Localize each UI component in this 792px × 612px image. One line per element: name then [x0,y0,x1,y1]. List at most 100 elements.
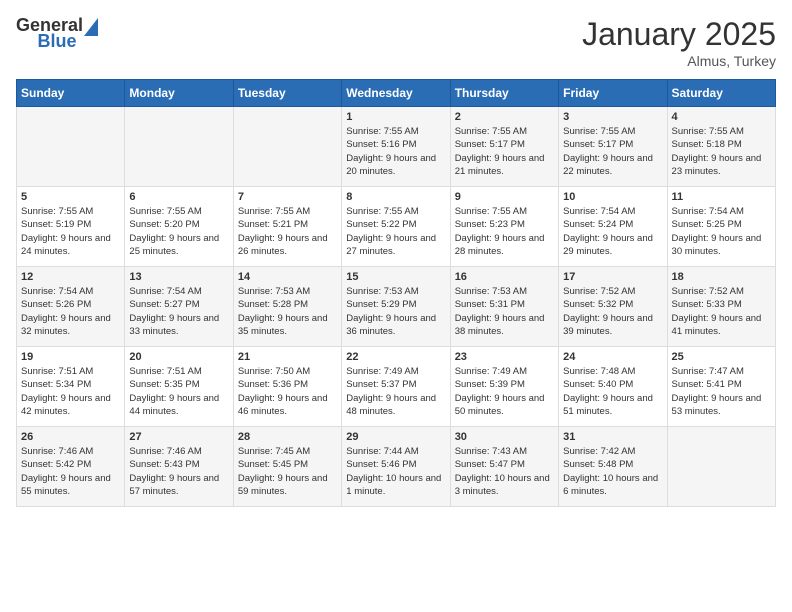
day-detail: Sunrise: 7:43 AMSunset: 5:47 PMDaylight:… [455,445,554,498]
day-detail: Sunrise: 7:54 AMSunset: 5:27 PMDaylight:… [129,285,228,338]
day-number: 24 [563,351,662,363]
day-number: 6 [129,191,228,203]
day-number: 22 [346,351,445,363]
title-block: January 2025 Almus, Turkey [582,16,776,69]
day-number: 21 [238,351,337,363]
day-detail: Sunrise: 7:55 AMSunset: 5:17 PMDaylight:… [563,125,662,178]
day-number: 14 [238,271,337,283]
day-number: 16 [455,271,554,283]
calendar-day-cell: 19 Sunrise: 7:51 AMSunset: 5:34 PMDaylig… [17,347,125,427]
day-detail: Sunrise: 7:55 AMSunset: 5:16 PMDaylight:… [346,125,445,178]
calendar-day-cell: 6 Sunrise: 7:55 AMSunset: 5:20 PMDayligh… [125,187,233,267]
day-number: 29 [346,431,445,443]
day-number: 23 [455,351,554,363]
calendar-day-cell [667,427,775,507]
day-number: 5 [21,191,120,203]
day-detail: Sunrise: 7:49 AMSunset: 5:37 PMDaylight:… [346,365,445,418]
day-detail: Sunrise: 7:54 AMSunset: 5:25 PMDaylight:… [672,205,771,258]
day-number: 11 [672,191,771,203]
calendar-day-cell: 17 Sunrise: 7:52 AMSunset: 5:32 PMDaylig… [559,267,667,347]
calendar-day-cell: 4 Sunrise: 7:55 AMSunset: 5:18 PMDayligh… [667,107,775,187]
day-detail: Sunrise: 7:53 AMSunset: 5:31 PMDaylight:… [455,285,554,338]
day-detail: Sunrise: 7:55 AMSunset: 5:18 PMDaylight:… [672,125,771,178]
calendar-day-cell: 2 Sunrise: 7:55 AMSunset: 5:17 PMDayligh… [450,107,558,187]
calendar-day-cell: 27 Sunrise: 7:46 AMSunset: 5:43 PMDaylig… [125,427,233,507]
day-detail: Sunrise: 7:52 AMSunset: 5:33 PMDaylight:… [672,285,771,338]
day-number: 3 [563,111,662,123]
header-monday: Monday [125,80,233,107]
calendar-day-cell: 31 Sunrise: 7:42 AMSunset: 5:48 PMDaylig… [559,427,667,507]
calendar-day-cell: 12 Sunrise: 7:54 AMSunset: 5:26 PMDaylig… [17,267,125,347]
calendar-week-row: 26 Sunrise: 7:46 AMSunset: 5:42 PMDaylig… [17,427,776,507]
calendar-day-cell: 11 Sunrise: 7:54 AMSunset: 5:25 PMDaylig… [667,187,775,267]
calendar-day-cell: 18 Sunrise: 7:52 AMSunset: 5:33 PMDaylig… [667,267,775,347]
day-detail: Sunrise: 7:52 AMSunset: 5:32 PMDaylight:… [563,285,662,338]
calendar-day-cell: 1 Sunrise: 7:55 AMSunset: 5:16 PMDayligh… [342,107,450,187]
day-number: 4 [672,111,771,123]
day-detail: Sunrise: 7:42 AMSunset: 5:48 PMDaylight:… [563,445,662,498]
calendar-header-row: SundayMondayTuesdayWednesdayThursdayFrid… [17,80,776,107]
day-number: 10 [563,191,662,203]
day-detail: Sunrise: 7:44 AMSunset: 5:46 PMDaylight:… [346,445,445,498]
month-title: January 2025 [582,16,776,53]
day-number: 26 [21,431,120,443]
location: Almus, Turkey [582,53,776,69]
logo: General Blue [16,16,98,52]
day-detail: Sunrise: 7:54 AMSunset: 5:24 PMDaylight:… [563,205,662,258]
day-detail: Sunrise: 7:51 AMSunset: 5:34 PMDaylight:… [21,365,120,418]
day-number: 12 [21,271,120,283]
calendar-day-cell [17,107,125,187]
calendar-day-cell: 22 Sunrise: 7:49 AMSunset: 5:37 PMDaylig… [342,347,450,427]
calendar-week-row: 12 Sunrise: 7:54 AMSunset: 5:26 PMDaylig… [17,267,776,347]
calendar-table: SundayMondayTuesdayWednesdayThursdayFrid… [16,79,776,507]
calendar-day-cell: 16 Sunrise: 7:53 AMSunset: 5:31 PMDaylig… [450,267,558,347]
day-number: 25 [672,351,771,363]
day-detail: Sunrise: 7:49 AMSunset: 5:39 PMDaylight:… [455,365,554,418]
calendar-day-cell: 9 Sunrise: 7:55 AMSunset: 5:23 PMDayligh… [450,187,558,267]
day-detail: Sunrise: 7:46 AMSunset: 5:42 PMDaylight:… [21,445,120,498]
day-number: 27 [129,431,228,443]
day-detail: Sunrise: 7:50 AMSunset: 5:36 PMDaylight:… [238,365,337,418]
day-detail: Sunrise: 7:55 AMSunset: 5:22 PMDaylight:… [346,205,445,258]
header-sunday: Sunday [17,80,125,107]
day-detail: Sunrise: 7:55 AMSunset: 5:20 PMDaylight:… [129,205,228,258]
day-number: 17 [563,271,662,283]
calendar-day-cell: 3 Sunrise: 7:55 AMSunset: 5:17 PMDayligh… [559,107,667,187]
calendar-day-cell: 28 Sunrise: 7:45 AMSunset: 5:45 PMDaylig… [233,427,341,507]
day-number: 7 [238,191,337,203]
header-saturday: Saturday [667,80,775,107]
header-friday: Friday [559,80,667,107]
calendar-day-cell: 10 Sunrise: 7:54 AMSunset: 5:24 PMDaylig… [559,187,667,267]
day-number: 8 [346,191,445,203]
calendar-day-cell [125,107,233,187]
header-tuesday: Tuesday [233,80,341,107]
calendar-day-cell: 20 Sunrise: 7:51 AMSunset: 5:35 PMDaylig… [125,347,233,427]
calendar-day-cell: 21 Sunrise: 7:50 AMSunset: 5:36 PMDaylig… [233,347,341,427]
calendar-week-row: 5 Sunrise: 7:55 AMSunset: 5:19 PMDayligh… [17,187,776,267]
calendar-day-cell: 23 Sunrise: 7:49 AMSunset: 5:39 PMDaylig… [450,347,558,427]
day-number: 20 [129,351,228,363]
calendar-day-cell: 8 Sunrise: 7:55 AMSunset: 5:22 PMDayligh… [342,187,450,267]
calendar-day-cell: 13 Sunrise: 7:54 AMSunset: 5:27 PMDaylig… [125,267,233,347]
day-detail: Sunrise: 7:53 AMSunset: 5:28 PMDaylight:… [238,285,337,338]
day-number: 15 [346,271,445,283]
day-detail: Sunrise: 7:47 AMSunset: 5:41 PMDaylight:… [672,365,771,418]
calendar-day-cell: 30 Sunrise: 7:43 AMSunset: 5:47 PMDaylig… [450,427,558,507]
calendar-day-cell: 24 Sunrise: 7:48 AMSunset: 5:40 PMDaylig… [559,347,667,427]
calendar-day-cell: 5 Sunrise: 7:55 AMSunset: 5:19 PMDayligh… [17,187,125,267]
day-number: 1 [346,111,445,123]
day-number: 19 [21,351,120,363]
calendar-day-cell: 25 Sunrise: 7:47 AMSunset: 5:41 PMDaylig… [667,347,775,427]
day-detail: Sunrise: 7:48 AMSunset: 5:40 PMDaylight:… [563,365,662,418]
day-number: 13 [129,271,228,283]
day-detail: Sunrise: 7:55 AMSunset: 5:23 PMDaylight:… [455,205,554,258]
day-detail: Sunrise: 7:55 AMSunset: 5:17 PMDaylight:… [455,125,554,178]
day-detail: Sunrise: 7:46 AMSunset: 5:43 PMDaylight:… [129,445,228,498]
day-detail: Sunrise: 7:45 AMSunset: 5:45 PMDaylight:… [238,445,337,498]
day-number: 28 [238,431,337,443]
calendar-day-cell [233,107,341,187]
day-detail: Sunrise: 7:55 AMSunset: 5:19 PMDaylight:… [21,205,120,258]
day-detail: Sunrise: 7:51 AMSunset: 5:35 PMDaylight:… [129,365,228,418]
day-number: 30 [455,431,554,443]
day-number: 31 [563,431,662,443]
